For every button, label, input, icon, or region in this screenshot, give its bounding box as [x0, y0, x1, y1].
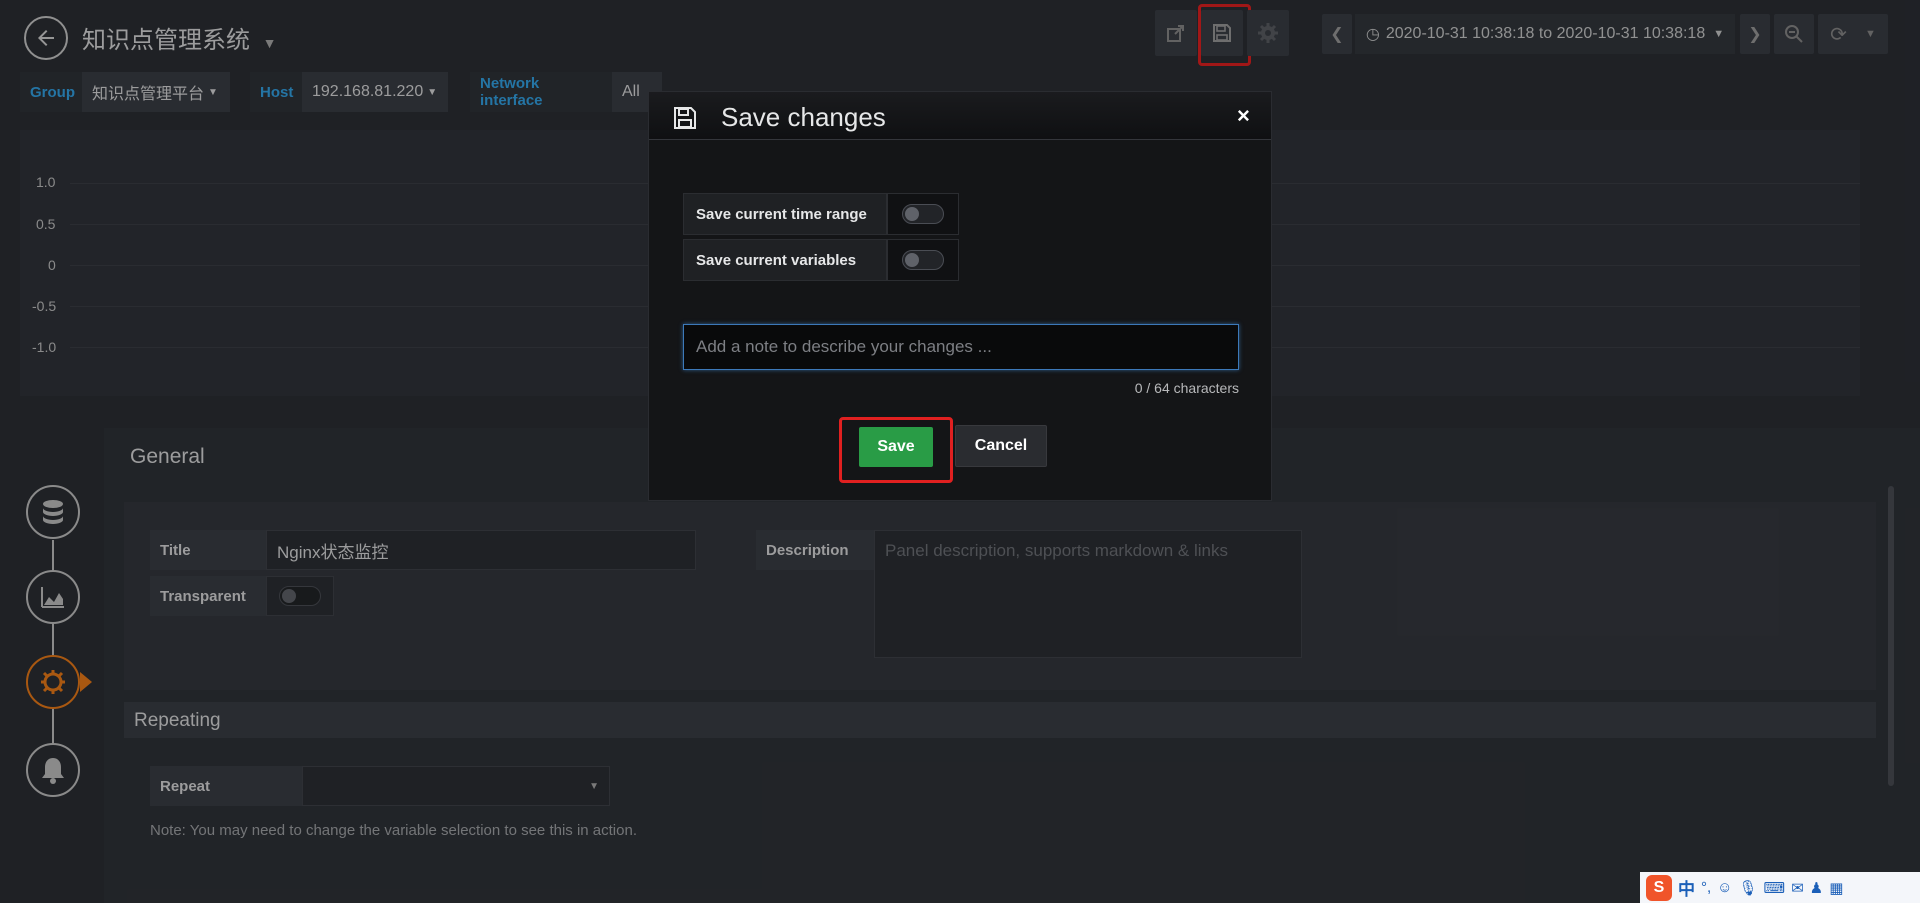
- microphone-icon[interactable]: 🎙: [1739, 879, 1758, 897]
- grid-menu-icon[interactable]: ▦: [1829, 879, 1843, 897]
- modal-title: Save changes: [721, 102, 886, 132]
- keyboard-icon[interactable]: ⌨: [1764, 879, 1786, 897]
- option-variables-switch[interactable]: [887, 239, 959, 281]
- option-variables-row: Save current variables: [683, 239, 959, 281]
- save-changes-modal: Save changes × Save current time range S…: [648, 91, 1272, 501]
- ime-mode-toggle[interactable]: 中: [1678, 875, 1695, 900]
- char-count: 0 / 64 characters: [1134, 380, 1239, 396]
- emoji-icon[interactable]: ☺: [1717, 879, 1732, 896]
- shirt-skin-icon[interactable]: ♟: [1810, 879, 1823, 897]
- close-icon[interactable]: ×: [1237, 103, 1250, 129]
- toolbox-icon[interactable]: ✉: [1791, 879, 1804, 897]
- option-time-range-row: Save current time range: [683, 193, 959, 235]
- note-input[interactable]: [683, 324, 1239, 370]
- sogou-logo-icon[interactable]: S: [1646, 874, 1672, 901]
- punctuation-icon[interactable]: °,: [1701, 879, 1711, 896]
- ime-toolbar: S 中 °, ☺ 🎙 ⌨ ✉ ♟ ▦: [1640, 872, 1920, 903]
- option-time-range-label: Save current time range: [683, 193, 887, 235]
- option-variables-label: Save current variables: [683, 239, 887, 281]
- save-button-highlight: [839, 417, 953, 483]
- cancel-button[interactable]: Cancel: [955, 425, 1047, 467]
- floppy-disk-icon: [673, 106, 697, 135]
- variables-toggle[interactable]: [902, 250, 944, 270]
- option-time-range-switch[interactable]: [887, 193, 959, 235]
- time-range-toggle[interactable]: [902, 204, 944, 224]
